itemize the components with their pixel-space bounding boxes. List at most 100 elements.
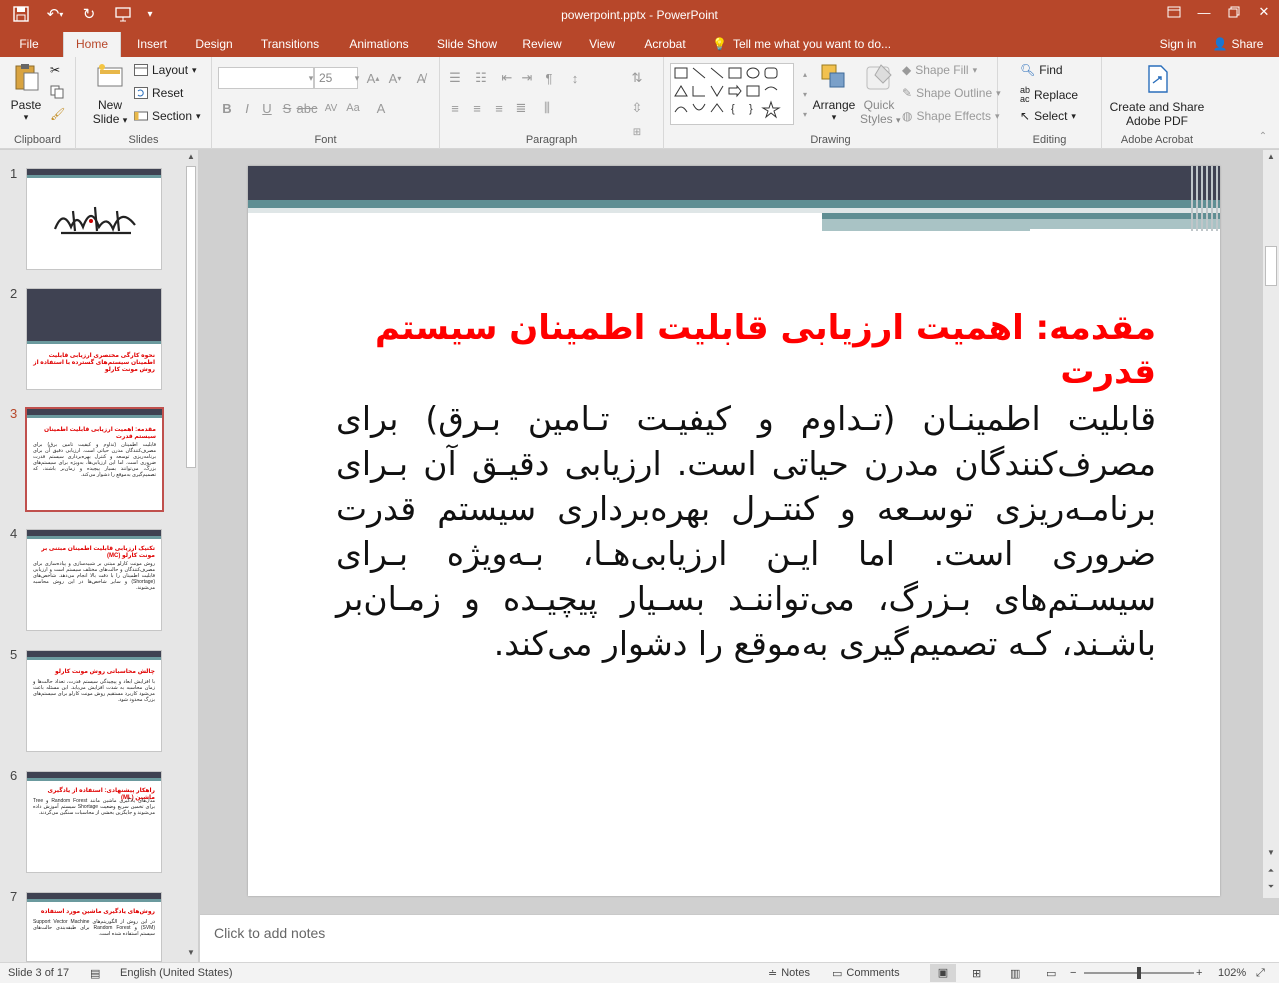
zoom-in-icon[interactable]: + <box>1196 967 1202 979</box>
character-spacing-icon[interactable]: AV <box>320 97 342 119</box>
layout-button[interactable]: Layout▾ <box>134 63 197 77</box>
format-painter-icon[interactable]: 🖌 <box>50 107 65 121</box>
tab-view[interactable]: View <box>582 32 622 57</box>
paste-button[interactable]: Paste ▾ <box>6 61 46 123</box>
shape-outline-button[interactable]: ✎ Shape Outline▾ <box>902 86 1001 100</box>
slide-thumbnail-4[interactable]: تکنیک ارزیابی قابلیت اطمینان مبتنی بر مو… <box>26 529 162 631</box>
tell-me-box[interactable]: 💡 Tell me what you want to do... <box>712 32 902 57</box>
reset-button[interactable]: Reset <box>134 86 183 100</box>
new-slide-button[interactable]: New Slide ▾ <box>88 61 132 126</box>
underline-icon[interactable]: U <box>256 97 278 119</box>
scrollbar-thumb[interactable] <box>186 166 196 468</box>
notes-toggle-button[interactable]: ≐Notes <box>768 967 810 980</box>
align-text-icon[interactable]: ⇳ <box>626 97 648 119</box>
align-right-icon[interactable]: ≡ <box>488 97 510 119</box>
scrollbar-thumb[interactable] <box>1265 246 1277 286</box>
justify-icon[interactable]: ≣ <box>510 97 532 119</box>
close-icon[interactable]: ✕ <box>1249 0 1279 24</box>
zoom-slider-handle[interactable] <box>1137 967 1141 979</box>
quick-styles-button[interactable]: Quick Styles ▾ <box>860 61 898 126</box>
numbering-icon[interactable]: ☷ <box>470 67 492 89</box>
slide-sorter-view-icon[interactable]: ⊞ <box>972 967 981 980</box>
decrease-indent-icon[interactable]: ⇤ <box>496 67 518 89</box>
strikethrough-icon[interactable]: abc <box>296 97 318 119</box>
shadow-icon[interactable]: S <box>276 97 298 119</box>
create-share-label-2: Adobe PDF <box>1106 114 1208 128</box>
zoom-out-icon[interactable]: − <box>1070 967 1076 979</box>
font-color-icon[interactable]: A <box>370 97 392 119</box>
tab-animations[interactable]: Animations <box>340 32 418 57</box>
notes-pane[interactable]: Click to add notes <box>200 914 1279 962</box>
minimize-icon[interactable]: — <box>1189 0 1219 24</box>
copy-icon[interactable] <box>50 85 64 99</box>
pencil-icon: ✎ <box>902 86 912 100</box>
clear-formatting-icon[interactable]: A̸ <box>410 67 432 89</box>
tab-file[interactable]: File <box>8 32 50 57</box>
zoom-level[interactable]: 102% <box>1218 967 1246 979</box>
reading-view-icon[interactable]: ▥ <box>1010 967 1020 980</box>
scroll-down-icon[interactable]: ▼ <box>184 946 198 960</box>
tab-review[interactable]: Review <box>516 32 568 57</box>
shapes-gallery[interactable]: {} <box>670 63 794 125</box>
notes-placeholder[interactable]: Click to add notes <box>214 925 325 941</box>
slide-thumbnail-6[interactable]: راهکار پیشنهادی: استفاده از یادگیری ماشی… <box>26 771 162 873</box>
tab-home[interactable]: Home <box>63 32 121 57</box>
bold-icon[interactable]: B <box>216 97 238 119</box>
slide-thumbnail-1[interactable] <box>26 168 162 270</box>
shape-fill-button[interactable]: ◆ Shape Fill▾ <box>902 63 977 77</box>
section-button[interactable]: Section▾ <box>134 109 201 123</box>
previous-slide-icon[interactable]: ⏶ <box>1264 864 1278 878</box>
ribbon-display-options-icon[interactable] <box>1159 0 1189 24</box>
scroll-up-icon[interactable]: ▲ <box>184 150 198 164</box>
increase-indent-icon[interactable]: ⇥ <box>516 67 538 89</box>
scroll-down-icon[interactable]: ▼ <box>1264 846 1278 860</box>
tab-acrobat[interactable]: Acrobat <box>636 32 694 57</box>
restore-icon[interactable] <box>1219 0 1249 24</box>
slide-title[interactable]: مقدمه: اهمیت ارزیابی قابلیت اطمینان سیست… <box>336 306 1156 394</box>
slide-thumbnail-7[interactable]: روش‌های یادگیری ماشین مورد استفاده در ای… <box>26 892 162 962</box>
language-indicator[interactable]: English (United States) <box>120 967 233 979</box>
fit-to-window-icon[interactable]: ⤢ <box>1256 967 1265 980</box>
find-button[interactable]: 🔍︎ Find <box>1020 63 1063 77</box>
tab-slide-show[interactable]: Slide Show <box>430 32 504 57</box>
slide-thumbnail-5[interactable]: چالش محاسباتی روش مونت کارلو با افزایش ا… <box>26 650 162 752</box>
normal-view-icon[interactable]: ▣ <box>930 964 956 982</box>
tab-insert[interactable]: Insert <box>128 32 176 57</box>
decrease-font-size-icon[interactable]: A▾ <box>384 67 406 89</box>
increase-font-size-icon[interactable]: A▴ <box>362 67 384 89</box>
align-left-icon[interactable]: ≡ <box>444 97 466 119</box>
slide-thumbnail-2[interactable]: نحوه کارگی مختصری ارزیابی قابلیت اطمینان… <box>26 288 162 390</box>
slide-scrollbar[interactable]: ▲ ▼ ⏶ ⏷ <box>1263 150 1279 898</box>
line-spacing-icon[interactable]: ↕ <box>564 67 586 89</box>
person-icon: 👤 <box>1213 32 1228 57</box>
thumbnails-scrollbar[interactable]: ▲ ▼ <box>184 150 198 962</box>
arrange-button[interactable]: Arrange ▾ <box>812 61 856 123</box>
create-share-pdf-button[interactable]: Create and Share Adobe PDF <box>1106 63 1208 128</box>
paint-bucket-icon: ◆ <box>902 63 911 77</box>
cut-icon[interactable]: ✂ <box>50 63 60 77</box>
sign-in-link[interactable]: Sign in <box>1152 32 1204 57</box>
scroll-up-icon[interactable]: ▲ <box>1264 150 1278 164</box>
slide-show-view-icon[interactable]: ▭ <box>1046 967 1056 980</box>
bullets-icon[interactable]: ☰ <box>444 67 466 89</box>
share-button[interactable]: 👤 Share <box>1208 32 1268 57</box>
rtl-icon[interactable]: ¶ <box>538 67 560 89</box>
spell-check-icon[interactable]: ▤ <box>90 967 100 980</box>
change-case-icon[interactable]: Aa <box>342 97 364 119</box>
slide-body-text[interactable]: قابلیت اطمینـان (تـداوم و کیفیـت تـامین … <box>336 396 1156 666</box>
collapse-ribbon-icon[interactable]: ⌃ <box>1252 125 1274 147</box>
comments-toggle-button[interactable]: ▭Comments <box>832 967 900 980</box>
current-slide[interactable]: مقدمه: اهمیت ارزیابی قابلیت اطمینان سیست… <box>248 166 1220 896</box>
text-direction-icon[interactable]: ⇅ <box>626 67 648 89</box>
select-button[interactable]: ↖ Select▾ <box>1020 109 1076 123</box>
shape-effects-button[interactable]: ◍ Shape Effects▾ <box>902 109 1000 123</box>
tab-design[interactable]: Design <box>188 32 240 57</box>
italic-icon[interactable]: I <box>236 97 258 119</box>
align-center-icon[interactable]: ≡ <box>466 97 488 119</box>
tab-transitions[interactable]: Transitions <box>252 32 328 57</box>
replace-button[interactable]: abac Replace <box>1020 86 1078 104</box>
next-slide-icon[interactable]: ⏷ <box>1264 880 1278 894</box>
columns-icon[interactable]: ⫼ <box>536 97 558 119</box>
thumb-stripe <box>27 778 161 781</box>
slide-thumbnail-3[interactable]: مقدمه: اهمیت ارزیابی قابلیت اطمینان سیست… <box>25 407 164 512</box>
